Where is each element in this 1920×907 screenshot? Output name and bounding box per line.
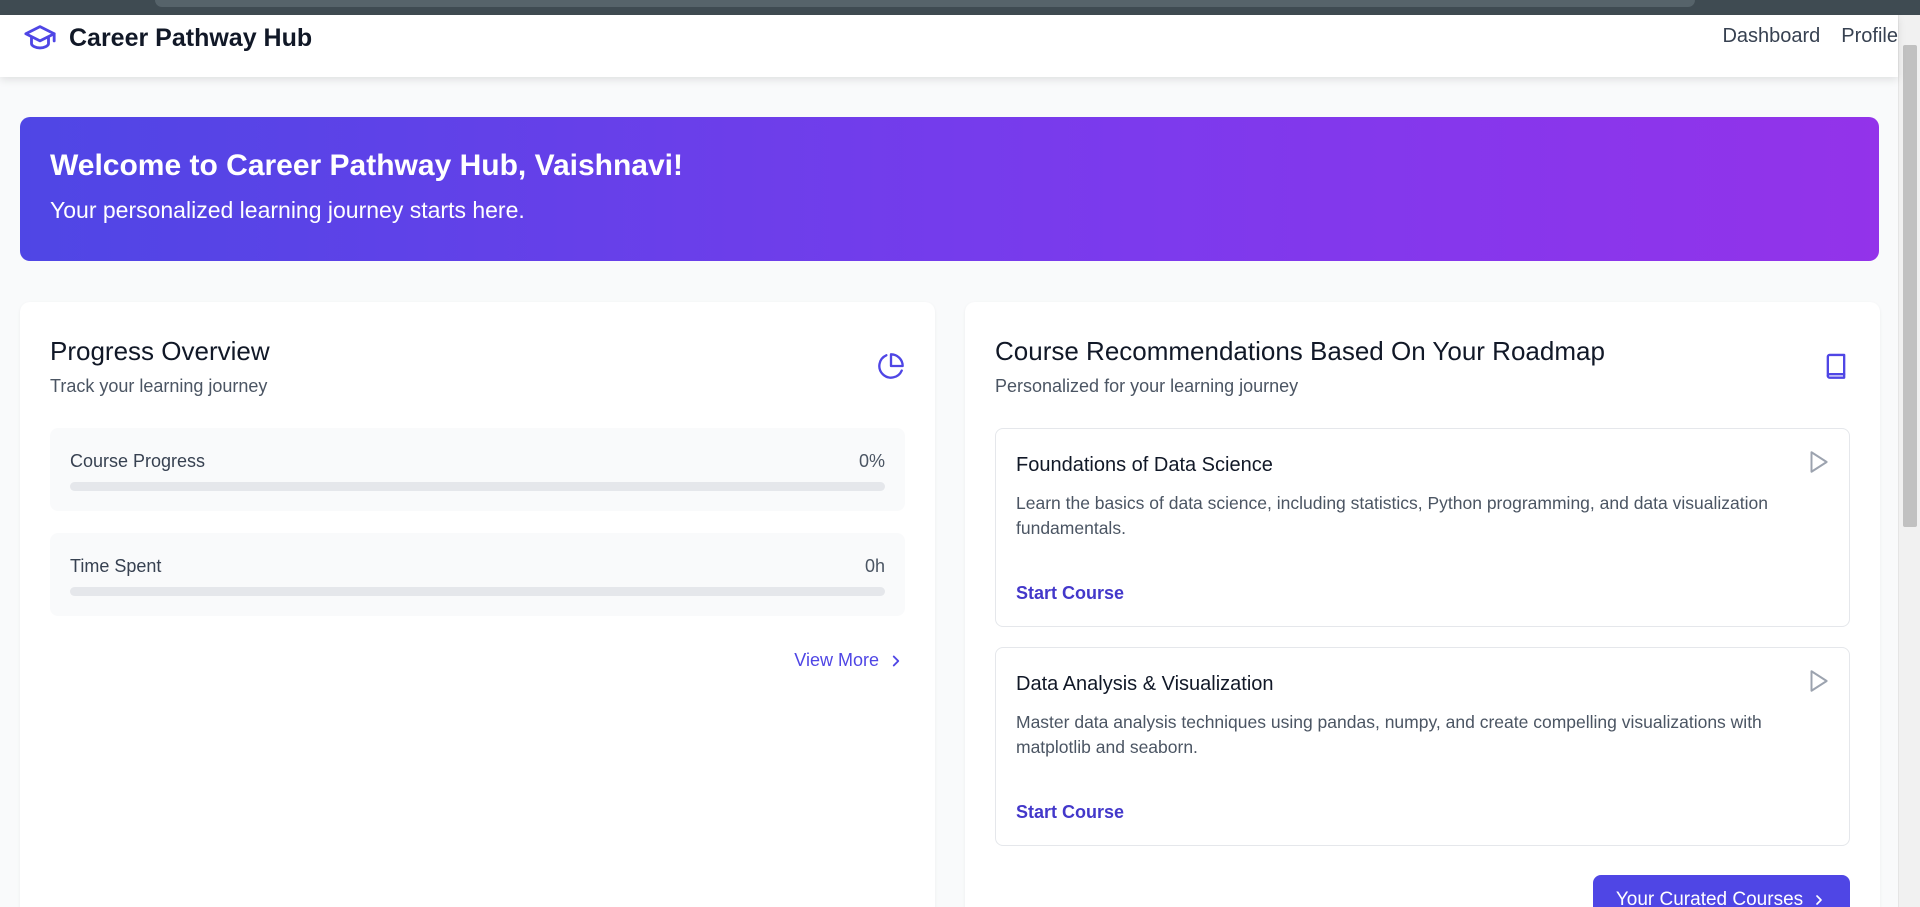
course-title: Data Analysis & Visualization [1016, 673, 1274, 695]
welcome-title: Welcome to Career Pathway Hub, Vaishnavi… [50, 149, 683, 182]
view-more-label: View More [794, 650, 879, 670]
browser-chrome-strip [0, 0, 1920, 15]
course-description: Learn the basics of data science, includ… [1016, 493, 1768, 538]
nav-links: Dashboard Profile [1701, 25, 1898, 48]
welcome-subtitle: Your personalized learning journey start… [50, 197, 525, 223]
progress-overview-card: Progress Overview Track your learning jo… [20, 302, 935, 907]
view-more-link[interactable]: View More [794, 650, 905, 671]
nav-link-profile[interactable]: Profile [1841, 25, 1898, 48]
chevron-right-icon [892, 655, 900, 666]
book-icon [1826, 353, 1846, 379]
progress-subtitle: Track your learning journey [50, 376, 268, 396]
course-recommendations-card: Course Recommendations Based On Your Roa… [965, 302, 1880, 907]
scrollbar-thumb[interactable] [1903, 45, 1917, 527]
page-scrollbar[interactable] [1898, 15, 1920, 907]
progress-bar-track [70, 482, 885, 491]
recommendations-subtitle: Personalized for your learning journey [995, 376, 1299, 396]
chevron-right-icon [1816, 895, 1822, 905]
browser-address-area [155, 0, 1695, 7]
welcome-banner: Welcome to Career Pathway Hub, Vaishnavi… [20, 117, 1879, 261]
play-icon[interactable] [1805, 449, 1831, 475]
graduation-cap-icon [24, 25, 56, 50]
recommendations-title: Course Recommendations Based On Your Roa… [995, 336, 1605, 366]
stat-value: 0% [858, 451, 885, 471]
course-card: Data Analysis & Visualization Master dat… [995, 647, 1850, 846]
progress-bar-track [70, 587, 885, 596]
stat-label: Time Spent [70, 556, 162, 576]
play-icon[interactable] [1805, 668, 1831, 694]
brand[interactable]: Career Pathway Hub [21, 21, 312, 55]
progress-title: Progress Overview [50, 336, 270, 366]
top-navbar: Career Pathway Hub Dashboard Profile [0, 15, 1898, 77]
stat-value: 0h [864, 556, 885, 576]
course-title: Foundations of Data Science [1016, 454, 1273, 476]
brand-name: Career Pathway Hub [69, 23, 313, 52]
pie-chart-icon [878, 353, 904, 379]
start-course-button[interactable]: Start Course [1016, 583, 1124, 604]
course-description: Master data analysis techniques using pa… [1016, 712, 1762, 757]
nav-link-dashboard[interactable]: Dashboard [1722, 25, 1820, 48]
start-course-button[interactable]: Start Course [1016, 802, 1124, 823]
time-spent-stat: Time Spent 0h [50, 533, 905, 616]
curated-courses-button[interactable]: Your Curated Courses [1593, 875, 1850, 907]
course-card: Foundations of Data Science Learn the ba… [995, 428, 1850, 627]
stat-label: Course Progress [70, 451, 206, 471]
curated-courses-label: Your Curated Courses [1615, 889, 1804, 907]
course-progress-stat: Course Progress 0% [50, 428, 905, 511]
